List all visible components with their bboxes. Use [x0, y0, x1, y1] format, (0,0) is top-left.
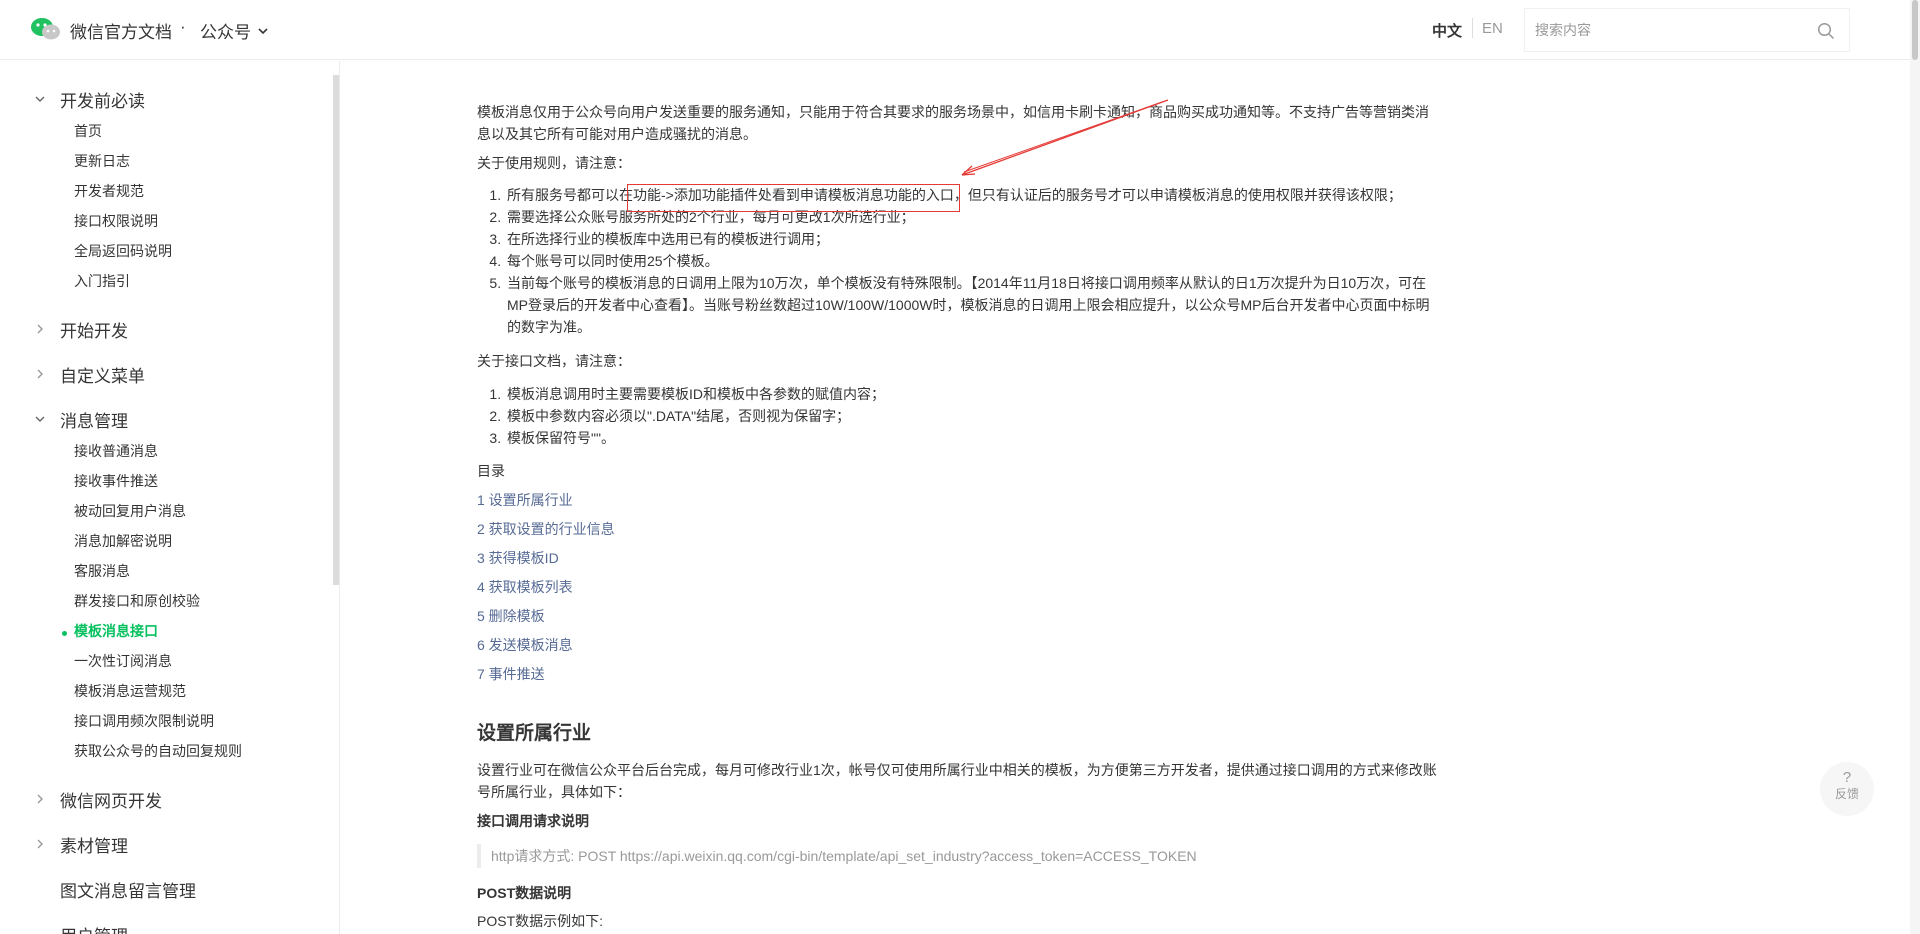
sidebar-item-passive-reply[interactable]: 被动回复用户消息: [74, 500, 186, 522]
sidebar-item-getting-started[interactable]: 入门指引: [74, 270, 130, 292]
lang-divider: [1472, 18, 1473, 38]
list-item: 当前每个账号的模板消息的日调用上限为10万次，单个模板没有特殊限制。【2014年…: [505, 272, 1437, 338]
sidebar-item-rate-limit[interactable]: 接口调用频次限制说明: [74, 710, 214, 732]
toc-link-get-template-id[interactable]: 3 获得模板ID: [477, 547, 559, 569]
search-input[interactable]: [1535, 17, 1805, 43]
search-icon[interactable]: [1817, 22, 1835, 40]
toc-link-delete-template[interactable]: 5 删除模板: [477, 605, 545, 627]
chevron-down-icon: [258, 27, 268, 34]
product-switcher[interactable]: 公众号: [200, 18, 269, 43]
toc-link-set-industry[interactable]: 1 设置所属行业: [477, 489, 573, 511]
api-title: 关于接口文档，请注意：: [477, 353, 631, 369]
lang-en-link[interactable]: EN: [1482, 20, 1503, 37]
product-label: 公众号: [200, 23, 251, 42]
sidebar-item-receive-event[interactable]: 接收事件推送: [74, 470, 158, 492]
sidebar-item-subscribe-msg[interactable]: 一次性订阅消息: [74, 650, 172, 672]
list-item: 每个账号可以同时使用25个模板。: [505, 250, 1437, 272]
brand-title[interactable]: 微信官方文档: [70, 18, 172, 43]
sidebar-item-encryption[interactable]: 消息加解密说明: [74, 530, 172, 552]
chevron-right-icon: [37, 324, 43, 334]
sidebar-scrollbar[interactable]: [333, 75, 339, 585]
sidebar-item-receive-msg[interactable]: 接收普通消息: [74, 440, 158, 462]
toc-link-get-industry[interactable]: 2 获取设置的行业信息: [477, 518, 615, 540]
help-icon: ?: [1842, 769, 1852, 786]
sidebar-item-customer-service[interactable]: 客服消息: [74, 560, 130, 582]
feedback-button[interactable]: ? 反馈: [1820, 762, 1874, 816]
sidebar-group-label: 开发前必读: [60, 92, 145, 111]
post-text: POST数据示例如下:: [477, 913, 604, 929]
section-heading: 设置所属行业: [477, 723, 592, 744]
brand-separator: ·: [180, 17, 186, 36]
sidebar-group-label: 自定义菜单: [60, 367, 145, 386]
toc-link-event-push[interactable]: 7 事件推送: [477, 663, 545, 685]
top-header: 微信官方文档 · 公众号 中文 EN: [0, 0, 1920, 60]
page-scrollbar[interactable]: [1910, 0, 1920, 934]
toc-link-template-list[interactable]: 4 获取模板列表: [477, 576, 573, 598]
active-bullet: [62, 631, 67, 636]
sidebar-item-mass-send[interactable]: 群发接口和原创校验: [74, 590, 200, 612]
sidebar-item-home[interactable]: 首页: [74, 120, 102, 142]
annotation-highlight-box: [627, 184, 960, 212]
sidebar-item-api-permissions[interactable]: 接口权限说明: [74, 210, 158, 232]
chevron-right-icon: [37, 839, 43, 849]
sidebar-group-label: 图文消息留言管理: [60, 882, 196, 901]
sidebar-nav: 开发前必读 首页 更新日志 开发者规范 接口权限说明 全局返回码说明 入门指引 …: [0, 61, 340, 934]
chevron-right-icon: [37, 794, 43, 804]
sidebar-group-label: 消息管理: [60, 412, 128, 431]
toc-title: 目录: [477, 463, 505, 479]
sidebar-item-template-ops[interactable]: 模板消息运营规范: [74, 680, 186, 702]
sidebar-group-label: 微信网页开发: [60, 792, 162, 811]
list-item: 模板中参数内容必须以".DATA"结尾，否则视为保留字；: [505, 405, 1437, 427]
sidebar-item-global-codes[interactable]: 全局返回码说明: [74, 240, 172, 262]
sidebar-group-label: 用户管理: [60, 922, 128, 934]
section-paragraph: 设置行业可在微信公众平台后台完成，每月可修改行业1次，帐号仅可使用所属行业中相关…: [477, 762, 1437, 800]
sidebar-group-label: 素材管理: [60, 837, 128, 856]
list-item: 模板保留符号""。: [505, 427, 1437, 449]
chevron-down-icon: [35, 96, 45, 102]
wechat-logo-icon[interactable]: [30, 16, 62, 42]
toc-link-send-template[interactable]: 6 发送模板消息: [477, 634, 573, 656]
search-box: [1524, 8, 1850, 52]
sidebar-group-label: 开始开发: [60, 322, 128, 341]
api-rules-list: 模板消息调用时主要需要模板ID和模板中各参数的赋值内容； 模板中参数内容必须以"…: [505, 383, 1437, 449]
sidebar-item-auto-reply[interactable]: 获取公众号的自动回复规则: [74, 740, 242, 762]
post-title: POST数据说明: [477, 885, 572, 901]
request-title: 接口调用请求说明: [477, 813, 589, 829]
chevron-right-icon: [37, 369, 43, 379]
page-scrollbar-thumb[interactable]: [1912, 0, 1918, 60]
request-code-block: http请求方式: POST https://api.weixin.qq.com…: [477, 844, 1437, 868]
chevron-down-icon: [35, 416, 45, 422]
list-item: 在所选择行业的模板库中选用已有的模板进行调用；: [505, 228, 1437, 250]
lang-zh-link[interactable]: 中文: [1432, 20, 1462, 41]
sidebar-item-template-msg[interactable]: 模板消息接口: [74, 620, 158, 642]
list-item: 模板消息调用时主要需要模板ID和模板中各参数的赋值内容；: [505, 383, 1437, 405]
annotation-arrow-icon: [961, 99, 1169, 176]
sidebar-item-changelog[interactable]: 更新日志: [74, 150, 130, 172]
sidebar-item-dev-rules[interactable]: 开发者规范: [74, 180, 144, 202]
feedback-label: 反馈: [1834, 787, 1859, 801]
